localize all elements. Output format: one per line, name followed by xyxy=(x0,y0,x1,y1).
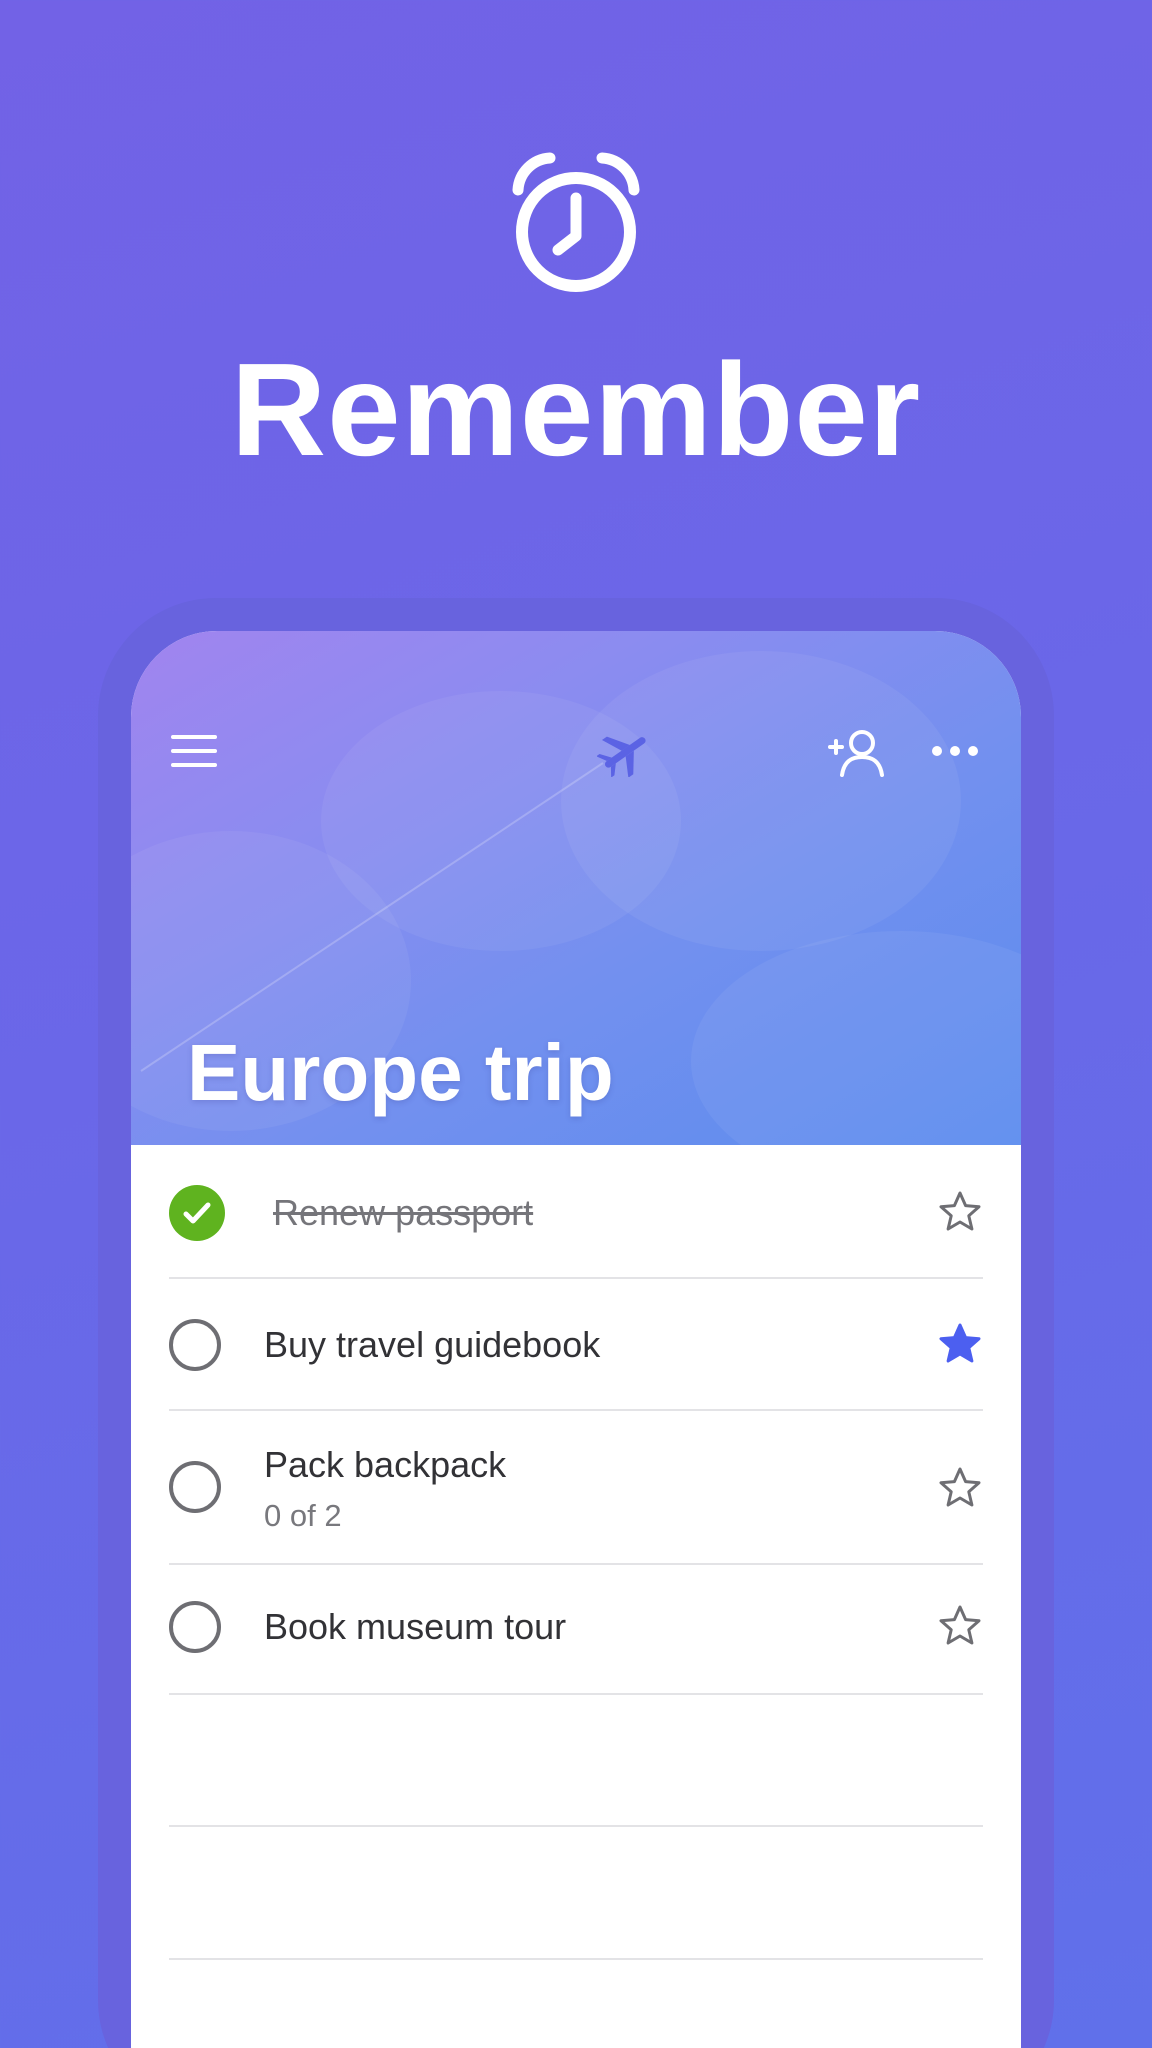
empty-row-divider xyxy=(169,1825,983,1827)
star-outline-icon[interactable] xyxy=(937,1465,983,1511)
star-outline-icon[interactable] xyxy=(937,1603,983,1649)
share-list-button[interactable] xyxy=(828,727,886,779)
task-row-buy-travel-guidebook[interactable]: Buy travel guidebook xyxy=(169,1277,983,1411)
list-title: Europe trip xyxy=(187,1028,614,1117)
task-row-book-museum-tour[interactable]: Book museum tour xyxy=(169,1563,983,1695)
incomplete-checkbox[interactable] xyxy=(169,1461,221,1513)
alarm-clock-icon xyxy=(512,152,640,292)
task-title: Book museum tour xyxy=(264,1606,567,1647)
task-row-pack-backpack[interactable]: Pack backpack 0 of 2 xyxy=(169,1409,983,1565)
phone-screen: Europe trip Renew passport Buy travel gu… xyxy=(131,631,1021,2048)
completed-checkbox[interactable] xyxy=(169,1185,225,1241)
menu-button[interactable] xyxy=(169,731,219,771)
incomplete-checkbox[interactable] xyxy=(169,1601,221,1653)
task-title: Renew passport xyxy=(273,1192,534,1233)
promo-headline: Remember xyxy=(230,336,922,483)
task-row-renew-passport[interactable]: Renew passport xyxy=(169,1145,983,1279)
incomplete-checkbox[interactable] xyxy=(169,1319,221,1371)
star-filled-icon[interactable] xyxy=(937,1321,983,1367)
airplane-icon xyxy=(597,736,646,777)
checkmark-icon xyxy=(183,1202,211,1224)
more-options-button[interactable] xyxy=(931,739,979,763)
empty-row-divider xyxy=(169,1958,983,1960)
task-title: Buy travel guidebook xyxy=(264,1324,601,1365)
subtask-count: 0 of 2 xyxy=(264,1498,342,1533)
star-outline-icon[interactable] xyxy=(937,1189,983,1235)
task-title: Pack backpack xyxy=(264,1444,507,1485)
list-header: Europe trip xyxy=(131,631,1021,1145)
